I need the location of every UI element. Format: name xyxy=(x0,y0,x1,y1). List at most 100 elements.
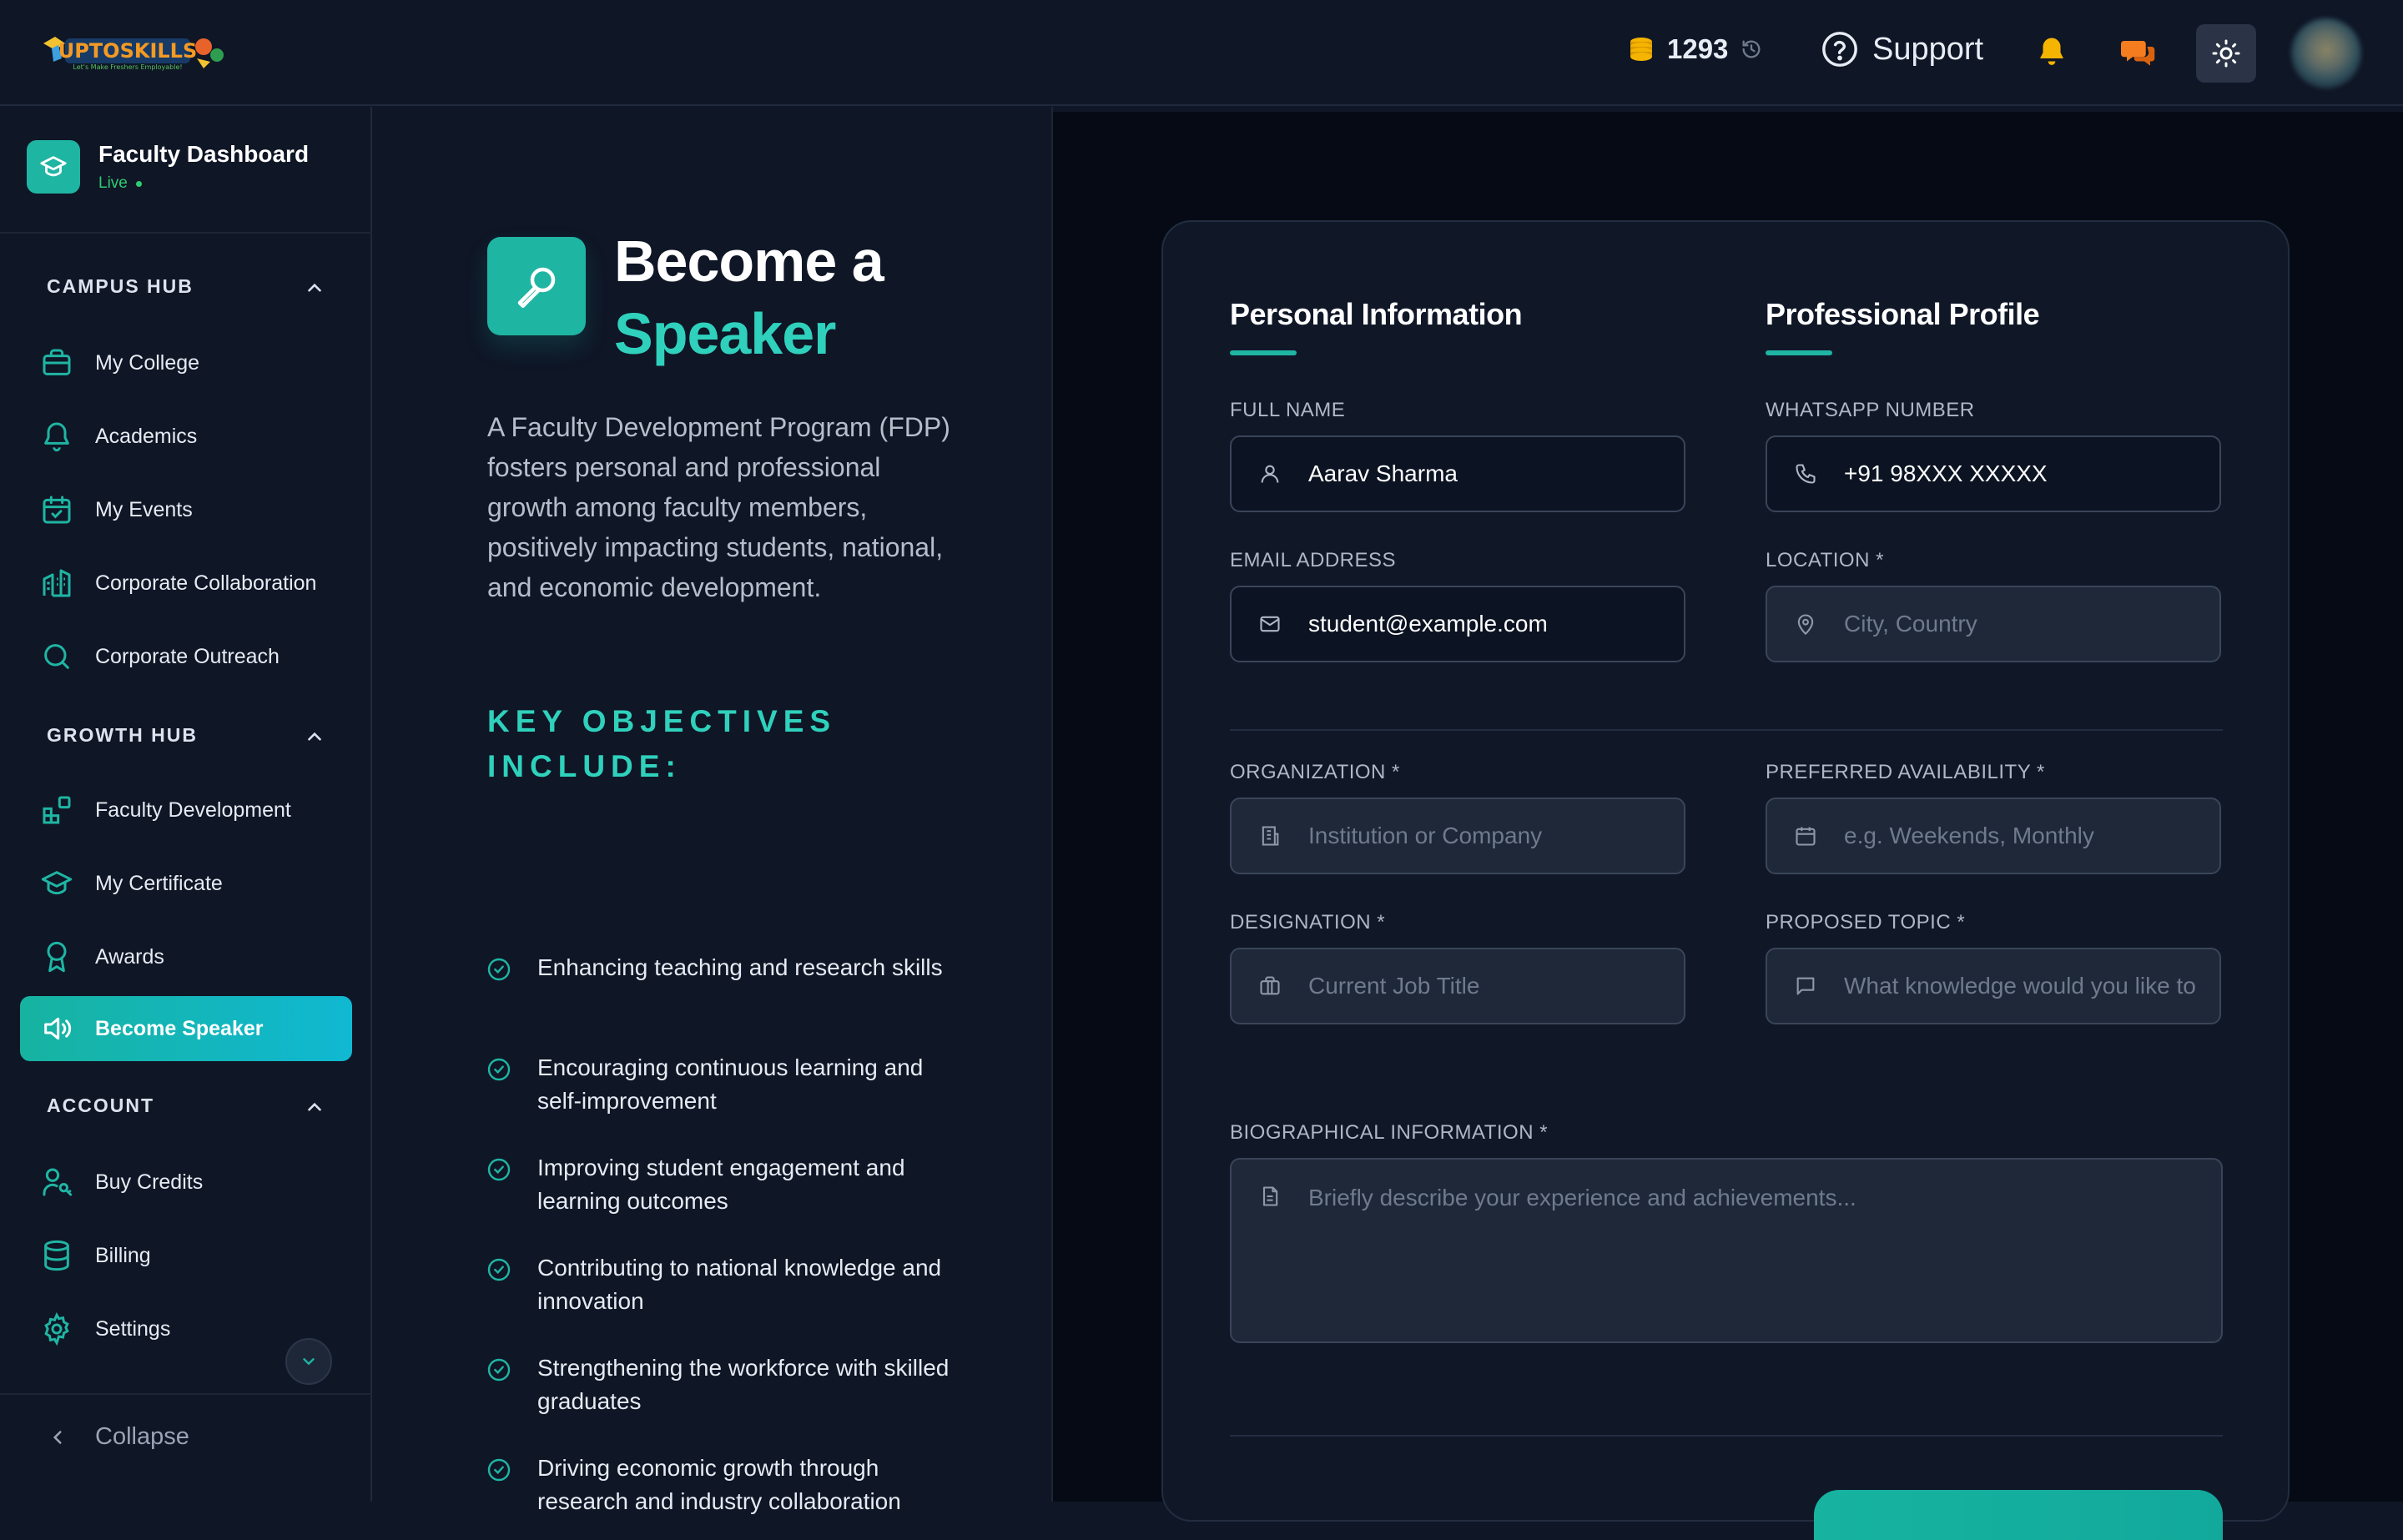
tab-personal-information[interactable]: Personal Information xyxy=(1230,297,1523,332)
coins-icon xyxy=(1627,35,1655,63)
scroll-down-button[interactable] xyxy=(285,1338,332,1385)
full-name-label: FULL NAME xyxy=(1230,399,1346,421)
objective-text: Contributing to national knowledge and i… xyxy=(537,1255,942,1314)
file-text-icon xyxy=(1258,1185,1282,1208)
availability-placeholder: e.g. Weekends, Monthly xyxy=(1844,823,2094,848)
sidebar-item-label: Settings xyxy=(95,1316,171,1341)
sidebar-item-buy-credits[interactable]: Buy Credits xyxy=(20,1150,352,1215)
sidebar-item-label: My College xyxy=(95,350,200,375)
collapse-button[interactable]: Collapse xyxy=(47,1423,189,1451)
organization-field[interactable]: Institution or Company xyxy=(1230,798,1685,874)
section-divider xyxy=(1230,729,2223,731)
sidebar-item-corporate-outreach[interactable]: Corporate Outreach xyxy=(20,624,352,689)
objective-text: Improving student engagement and learnin… xyxy=(537,1155,905,1214)
email-field[interactable]: student@example.com xyxy=(1230,586,1685,662)
tab-underline xyxy=(1230,350,1297,355)
chevron-up-icon[interactable] xyxy=(304,1096,325,1118)
page-title-line2: Speaker xyxy=(614,300,836,366)
objective-text: Encouraging continuous learning and self… xyxy=(537,1054,924,1114)
full-name-field[interactable]: Aarav Sharma xyxy=(1230,435,1685,512)
user-icon xyxy=(1258,462,1282,486)
sun-icon xyxy=(2211,38,2241,68)
objective-item: Contributing to national knowledge and i… xyxy=(486,1251,986,1318)
speaker-form: Personal Information Professional Profil… xyxy=(1161,220,2290,1540)
chat-bubbles-icon[interactable] xyxy=(2119,35,2158,70)
sidebar-item-billing[interactable]: Billing xyxy=(20,1223,352,1288)
topic-field[interactable]: What knowledge would you like to share? xyxy=(1766,948,2221,1024)
briefcase-icon xyxy=(1258,974,1282,998)
section-account[interactable]: ACCOUNT xyxy=(47,1095,154,1117)
uptoskills-logo[interactable]: UPTOSKILLS Let's Make Freshers Employabl… xyxy=(40,25,229,73)
help-circle-icon xyxy=(1821,30,1859,68)
bio-textarea[interactable]: Briefly describe your experience and ach… xyxy=(1230,1158,2223,1343)
section-campus-hub[interactable]: CAMPUS HUB xyxy=(47,275,194,298)
chevron-up-icon[interactable] xyxy=(304,277,325,299)
phone-icon xyxy=(1794,462,1817,486)
objective-item: Encouraging continuous learning and self… xyxy=(486,1051,986,1118)
bio-label: BIOGRAPHICAL INFORMATION * xyxy=(1230,1121,1549,1144)
full-name-value: Aarav Sharma xyxy=(1308,460,1458,486)
location-placeholder: City, Country xyxy=(1844,611,1977,637)
tab-underline xyxy=(1766,350,1832,355)
submit-button[interactable] xyxy=(1814,1490,2223,1540)
theme-toggle-button[interactable] xyxy=(2196,24,2256,83)
credits-counter[interactable]: 1293 xyxy=(1627,33,1763,65)
mail-icon xyxy=(1258,612,1282,636)
svg-text:UPTOSKILLS: UPTOSKILLS xyxy=(58,39,198,63)
availability-field[interactable]: e.g. Weekends, Monthly xyxy=(1766,798,2221,874)
calendar-check-icon xyxy=(40,493,73,526)
sidebar-item-label: Academics xyxy=(95,424,198,448)
check-circle-icon xyxy=(487,1258,511,1281)
designation-field[interactable]: Current Job Title xyxy=(1230,948,1685,1024)
speaker-icon xyxy=(40,1012,73,1045)
objective-item: Driving economic growth through research… xyxy=(486,1452,986,1518)
sidebar-item-my-college[interactable]: My College xyxy=(20,330,352,395)
user-key-icon xyxy=(40,1165,73,1199)
whatsapp-field[interactable]: +91 98XXX XXXXX xyxy=(1766,435,2221,512)
topic-label: PROPOSED TOPIC * xyxy=(1766,911,1966,934)
chevron-up-icon[interactable] xyxy=(304,726,325,747)
sidebar-item-label: My Certificate xyxy=(95,871,223,895)
tab-professional-profile[interactable]: Professional Profile xyxy=(1766,297,2040,332)
check-circle-icon xyxy=(487,1358,511,1381)
location-field[interactable]: City, Country xyxy=(1766,586,2221,662)
gear-icon xyxy=(40,1312,73,1346)
page-title-line1: Become a xyxy=(614,229,884,294)
history-icon[interactable] xyxy=(1740,38,1763,61)
sidebar-item-label: Billing xyxy=(95,1243,151,1267)
building-icon xyxy=(40,566,73,600)
briefcase-icon xyxy=(40,346,73,380)
program-description: A Faculty Development Program (FDP) fost… xyxy=(487,412,950,602)
whatsapp-label: WHATSAPP NUMBER xyxy=(1766,399,1975,421)
microphone-icon xyxy=(487,237,586,335)
sidebar-item-become-speaker[interactable]: Become Speaker xyxy=(20,996,352,1061)
check-circle-icon xyxy=(487,958,511,981)
dashboard-title: Faculty Dashboard xyxy=(98,141,310,167)
sidebar-item-label: Become Speaker xyxy=(95,1016,264,1040)
sidebar-item-academics[interactable]: Academics xyxy=(20,404,352,469)
availability-label: PREFERRED AVAILABILITY * xyxy=(1766,761,2045,783)
sidebar-item-awards[interactable]: Awards xyxy=(20,924,352,989)
email-label: EMAIL ADDRESS xyxy=(1230,549,1397,571)
designation-label: DESIGNATION * xyxy=(1230,911,1386,934)
dashboard-header[interactable]: Faculty Dashboard Live xyxy=(27,140,309,194)
bell-icon xyxy=(40,420,73,453)
sidebar-item-label: Awards xyxy=(95,944,164,969)
chevron-left-icon xyxy=(47,1427,68,1448)
objective-text: Enhancing teaching and research skills xyxy=(537,954,943,980)
whatsapp-value: +91 98XXX XXXXX xyxy=(1844,460,2048,486)
sidebar-item-corporate-collaboration[interactable]: Corporate Collaboration xyxy=(20,551,352,616)
organization-label: ORGANIZATION * xyxy=(1230,761,1400,783)
sidebar-item-my-certificate[interactable]: My Certificate xyxy=(20,851,352,916)
sidebar-item-my-events[interactable]: My Events xyxy=(20,477,352,542)
sidebar-item-label: Corporate Collaboration xyxy=(95,571,317,595)
sidebar-item-faculty-development[interactable]: Faculty Development xyxy=(20,778,352,843)
svg-text:Let's Make Freshers Employable: Let's Make Freshers Employable! xyxy=(73,63,182,71)
support-link[interactable]: Support xyxy=(1821,30,1983,68)
section-growth-hub[interactable]: GROWTH HUB xyxy=(47,724,198,747)
user-avatar[interactable] xyxy=(2291,18,2361,88)
designation-placeholder: Current Job Title xyxy=(1308,973,1480,999)
sidebar-divider xyxy=(0,232,372,234)
notifications-bell-icon[interactable] xyxy=(2034,35,2069,70)
message-square-icon xyxy=(1794,974,1817,998)
